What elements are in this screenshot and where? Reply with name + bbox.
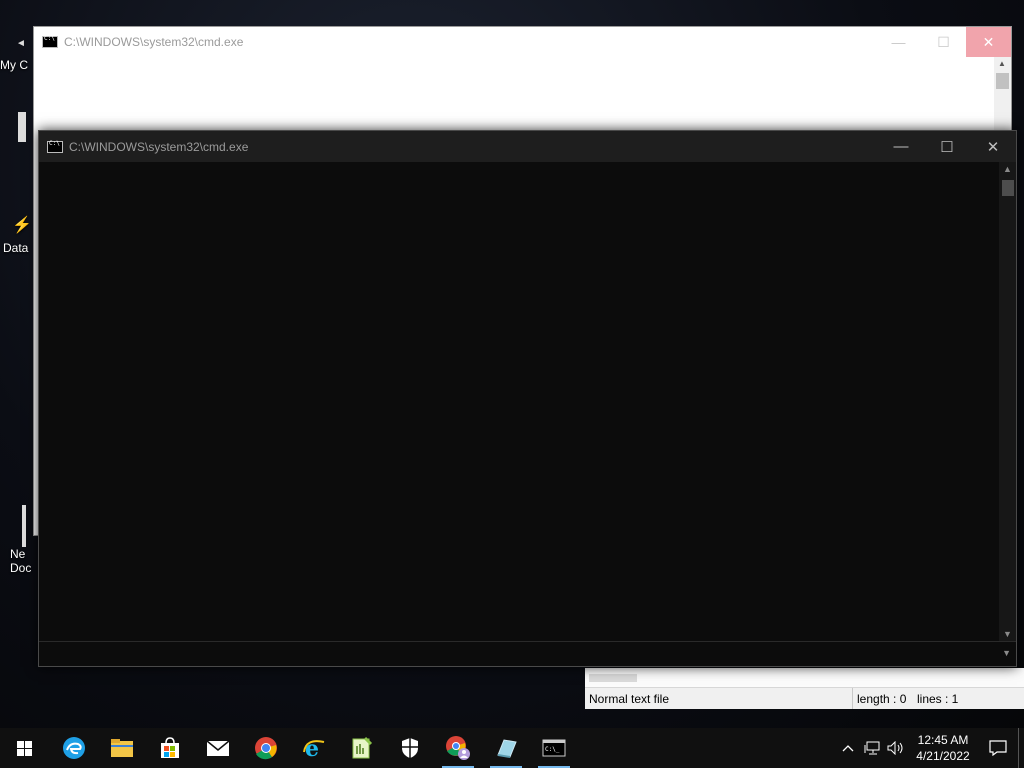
shield-icon (402, 738, 418, 758)
file-icon (18, 112, 26, 142)
taskbar-clock[interactable]: 12:45 AM 4/21/2022 (908, 732, 978, 764)
store-icon (161, 737, 179, 758)
folder-icon (111, 739, 133, 757)
taskbar-edge[interactable] (50, 728, 98, 768)
window-titlebar[interactable]: C:\WINDOWS\system32\cmd.exe (34, 27, 1011, 57)
close-button[interactable]: ✕ (970, 131, 1016, 162)
status-length: length : 0 (857, 691, 907, 706)
taskbar: e C:\_ 12:45 AM 4/21/2022 (0, 728, 1024, 768)
scrollbar-thumb[interactable] (589, 674, 637, 682)
svg-text:e: e (305, 736, 319, 760)
taskbar-store[interactable] (146, 728, 194, 768)
clock-time: 12:45 AM (917, 733, 969, 747)
desktop-icon-label: My C (0, 58, 28, 72)
taskbar-notepad-plus-plus[interactable] (338, 728, 386, 768)
volume-icon[interactable] (884, 728, 908, 768)
mail-icon (206, 740, 230, 756)
desktop-icon-label: Data (3, 241, 29, 255)
minimize-button[interactable]: — (878, 131, 924, 162)
data-icon: ⚡ (12, 217, 32, 234)
window-title: C:\WINDOWS\system32\cmd.exe (69, 139, 249, 154)
scroll-down-icon[interactable]: ▼ (1003, 629, 1012, 639)
desktop-icon-data[interactable]: ⚡ Data (0, 215, 34, 255)
scrollbar-thumb[interactable] (1002, 180, 1014, 196)
vertical-scrollbar[interactable]: ▲ ▼ (999, 162, 1016, 641)
desktop-icon-folder[interactable] (0, 112, 34, 142)
edge-icon (63, 737, 85, 759)
maximize-button[interactable]: ☐ (921, 27, 966, 57)
desktop-icon-new-document[interactable]: Ne Doc (0, 505, 34, 575)
scroll-down-icon[interactable]: ▼ (1002, 648, 1011, 658)
chrome-profile-icon (446, 736, 470, 760)
desktop-icon-my-computer[interactable]: My C (0, 58, 34, 72)
window-titlebar[interactable]: C:\WINDOWS\system32\cmd.exe — ☐ ✕ (39, 131, 1016, 162)
cmd-icon (47, 140, 63, 153)
network-icon[interactable] (860, 728, 884, 768)
action-center-button[interactable] (978, 728, 1018, 768)
taskbar-security[interactable] (386, 728, 434, 768)
desktop-arrow-icon: ◄ (16, 38, 26, 49)
cmd-icon: C:\_ (542, 739, 566, 757)
ie-icon: e (303, 736, 325, 760)
status-file-type: Normal text file (585, 688, 853, 709)
taskbar-app[interactable] (482, 728, 530, 768)
maximize-button[interactable]: ☐ (924, 131, 970, 162)
console-area[interactable] (39, 162, 999, 641)
scrollbar-thumb[interactable] (996, 73, 1009, 89)
scroll-up-icon[interactable]: ▲ (998, 59, 1006, 68)
minimize-button[interactable]: — (876, 27, 921, 57)
status-lines: lines : 1 (917, 691, 959, 706)
cmd-window-front[interactable]: C:\WINDOWS\system32\cmd.exe — ☐ ✕ ▲ ▼ ▼ (38, 130, 1017, 667)
system-tray: 12:45 AM 4/21/2022 (836, 728, 1024, 768)
notification-icon (989, 740, 1007, 756)
taskbar-file-explorer[interactable] (98, 728, 146, 768)
clock-date: 4/21/2022 (916, 749, 970, 763)
cmd-icon (42, 35, 58, 48)
show-hidden-icons-chevron-up-icon[interactable] (836, 728, 860, 768)
document-icon (22, 505, 26, 547)
start-button[interactable] (0, 728, 48, 768)
taskbar-chrome[interactable] (242, 728, 290, 768)
scroll-up-icon[interactable]: ▲ (1003, 164, 1012, 174)
taskbar-mail[interactable] (194, 728, 242, 768)
desktop-icon-label: Ne Doc (10, 547, 32, 575)
notepadpp-icon (352, 736, 373, 759)
console-bottom-bar: ▼ (39, 641, 1016, 666)
show-desktop-button[interactable] (1018, 728, 1024, 768)
taskbar-chrome-profile[interactable] (434, 728, 482, 768)
taskbar-cmd[interactable]: C:\_ (530, 728, 578, 768)
status-bar: Normal text file length : 0 lines : 1 (585, 687, 1024, 709)
horizontal-scrollbar[interactable] (585, 668, 1024, 687)
cube-icon (497, 739, 517, 758)
window-title: C:\WINDOWS\system32\cmd.exe (64, 35, 244, 49)
svg-text:C:\_: C:\_ (545, 746, 560, 753)
windows-logo-icon (16, 740, 32, 756)
taskbar-internet-explorer[interactable]: e (290, 728, 338, 768)
close-button[interactable]: ✕ (966, 27, 1011, 57)
chrome-icon (255, 737, 277, 760)
